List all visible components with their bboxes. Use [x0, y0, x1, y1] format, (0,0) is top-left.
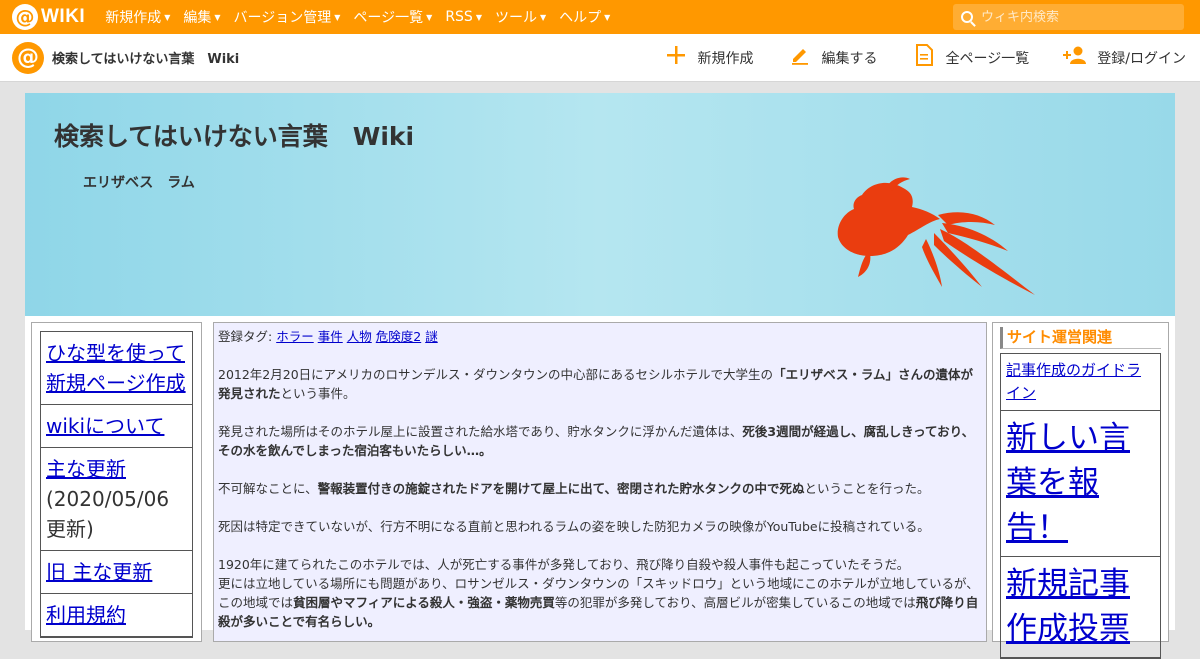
tag-link[interactable]: ホラー [276, 329, 314, 344]
terms-of-use-link[interactable]: 利用規約 [46, 603, 126, 627]
user-add-icon [1063, 45, 1087, 71]
about-wiki-link[interactable]: wikiについて [46, 414, 164, 438]
wiki-header-banner: 検索してはいけない言葉 Wiki エリザベス ラム [25, 93, 1175, 316]
new-page-button[interactable]: 新規作成 [664, 45, 754, 71]
sidebar-heading: サイト運営関連 [1000, 327, 1161, 349]
menu-new[interactable]: 新規作成 ▼ [105, 7, 170, 27]
tag-list: 登録タグ: ホラー 事件 人物 危険度2 謎 [218, 327, 982, 346]
article-paragraph: 1920年に建てられたこのホテルでは、人が死亡する事件が多発しており、飛び降り自… [218, 557, 979, 629]
right-menu-item: 新しい言葉を報告！ [1001, 411, 1160, 557]
article-paragraph: 発見された場所はそのホテル屋上に設置された給水塔であり、貯水タンクに浮かんだ遺体… [218, 424, 975, 458]
caret-down-icon: ▼ [164, 12, 171, 22]
right-menu-item: 記事作成のガイドライン [1001, 354, 1160, 411]
caret-down-icon: ▼ [426, 12, 433, 22]
wiki-name[interactable]: 検索してはいけない言葉 Wiki [52, 48, 239, 67]
at-logo-icon: @ [12, 4, 38, 30]
wiki-toolbar: 検索してはいけない言葉 Wiki 新規作成 編集する 全ページ一覧 登録/ログイ… [0, 34, 1200, 82]
menu-tools[interactable]: ツール ▼ [495, 7, 546, 27]
plus-icon [664, 45, 688, 71]
report-new-word-link[interactable]: 新しい言葉を報告！ [1006, 420, 1130, 546]
article-paragraph: 不可解なことに、警報装置付きの施錠されたドアを開けて屋上に出て、密閉された貯水タ… [218, 481, 930, 496]
toolbar-actions: 新規作成 編集する 全ページ一覧 登録/ログイン [630, 34, 1186, 82]
right-menu-item: 新規記事作成投票 [1001, 557, 1160, 658]
left-menu-item: ひな型を使って新規ページ作成 [41, 332, 192, 405]
search-input[interactable] [981, 9, 1171, 25]
old-updates-link[interactable]: 旧 主な更新 [46, 560, 152, 584]
article-paragraph: 死因は特定できていないが、行方不明になる直前と思われるラムの姿を映した防犯カメラ… [218, 519, 930, 534]
site-logo[interactable]: @ WIKI [12, 4, 85, 30]
global-menu: 新規作成 ▼ 編集 ▼ バージョン管理 ▼ ページ一覧 ▼ RSS ▼ ツール ▼ ヘルプ ▼ [105, 7, 623, 27]
tag-link[interactable]: 謎 [425, 329, 438, 344]
tag-link[interactable]: 事件 [318, 329, 343, 344]
left-sidebar: ひな型を使って新規ページ作成 wikiについて 主な更新 (2020/05/06… [31, 322, 202, 642]
site-admin-menu: 記事作成のガイドライン 新しい言葉を報告！ 新規記事作成投票 [1000, 353, 1161, 659]
article-title: エリザベス ラム [83, 175, 195, 191]
new-page-from-template-link[interactable]: ひな型を使って新規ページ作成 [46, 341, 186, 395]
all-pages-button[interactable]: 全ページ一覧 [912, 44, 1029, 72]
main-content-area: ひな型を使って新規ページ作成 wikiについて 主な更新 (2020/05/06… [25, 316, 1175, 659]
new-article-vote-link[interactable]: 新規記事作成投票 [1006, 566, 1130, 647]
menu-edit[interactable]: 編集 ▼ [183, 7, 220, 27]
menu-version[interactable]: バージョン管理 ▼ [234, 7, 341, 27]
article-body: 登録タグ: ホラー 事件 人物 危険度2 謎 2012年2月20日にアメリカのロサンデル… [213, 322, 987, 642]
article-paragraph: 2012年2月20日にアメリカのロサンデルス・ダウンタウンの中心部にあるセシルホ… [218, 367, 973, 401]
logo-text: WIKI [41, 6, 86, 27]
menu-pages[interactable]: ページ一覧 ▼ [353, 7, 432, 27]
menu-rss[interactable]: RSS ▼ [445, 7, 482, 27]
caret-down-icon: ▼ [604, 12, 611, 22]
update-date-note: (2020/05/06更新) [46, 487, 170, 541]
caret-down-icon: ▼ [214, 12, 221, 22]
login-button[interactable]: 登録/ログイン [1063, 45, 1186, 71]
at-logo-icon[interactable] [12, 41, 44, 74]
caret-down-icon: ▼ [539, 12, 547, 22]
goldfish-icon [837, 177, 1035, 295]
wiki-search [953, 4, 1184, 30]
edit-page-button[interactable]: 編集する [788, 45, 878, 71]
left-menu-item: wikiについて [41, 405, 192, 448]
left-menu-item: 主な更新 (2020/05/06更新) [41, 448, 192, 551]
page-list-icon [912, 44, 936, 72]
guideline-link[interactable]: 記事作成のガイドライン [1006, 361, 1141, 402]
right-sidebar: サイト運営関連 記事作成のガイドライン 新しい言葉を報告！ 新規記事作成投票 [992, 322, 1169, 659]
left-menu: ひな型を使って新規ページ作成 wikiについて 主な更新 (2020/05/06… [40, 331, 193, 638]
caret-down-icon: ▼ [475, 12, 482, 22]
search-icon [961, 11, 973, 23]
tag-link[interactable]: 危険度2 [376, 329, 421, 344]
tag-link[interactable]: 人物 [347, 329, 372, 344]
menu-help[interactable]: ヘルプ ▼ [559, 7, 610, 27]
left-menu-item: 利用規約 [41, 594, 192, 637]
page-title[interactable]: 検索してはいけない言葉 Wiki [54, 117, 414, 153]
recent-updates-link[interactable]: 主な更新 [46, 457, 126, 481]
pencil-icon [788, 45, 812, 71]
left-menu-item: 旧 主な更新 [41, 551, 192, 594]
global-nav-bar: @ WIKI 新規作成 ▼ 編集 ▼ バージョン管理 ▼ ページ一覧 ▼ RSS ▼ ツー… [0, 0, 1200, 34]
tags-label: 登録タグ: [218, 329, 273, 344]
caret-down-icon: ▼ [334, 12, 341, 22]
